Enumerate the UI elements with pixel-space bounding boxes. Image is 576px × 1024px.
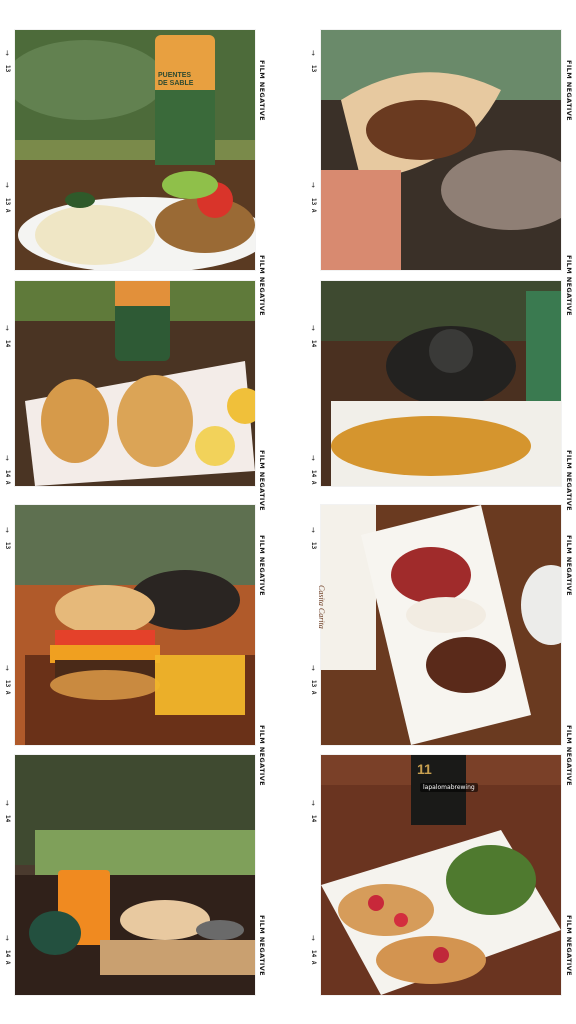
frame-number: 14 xyxy=(4,815,11,823)
photo-burger-fries xyxy=(15,505,255,745)
arrow-icon: → xyxy=(309,935,317,941)
frame-number: 13 A xyxy=(4,198,11,213)
photo-hand-empanada xyxy=(321,30,561,270)
film-negative-label: FILM NEGATIVE xyxy=(565,255,573,316)
beer-can-text: PUENTES DE SABLE xyxy=(158,72,194,87)
photo-mashed-potatoes-cutlet xyxy=(15,30,255,270)
arrow-icon: → xyxy=(309,665,317,671)
frame-number: 13 A xyxy=(310,198,317,213)
arrow-icon: → xyxy=(309,325,317,331)
menu-text: Casita Carita xyxy=(317,585,326,629)
photo-potato-wedges-phone xyxy=(321,281,561,486)
arrow-icon: → xyxy=(3,182,11,188)
arrow-icon: → xyxy=(3,935,11,941)
film-negative-label: FILM NEGATIVE xyxy=(565,725,573,786)
arrow-icon: → xyxy=(309,50,317,56)
film-negative-label: FILM NEGATIVE xyxy=(565,450,573,511)
frame-number: 14 xyxy=(310,815,317,823)
frame-number: 13 xyxy=(310,65,317,73)
arrow-icon: → xyxy=(3,455,11,461)
beer-bottle-label: 11 xyxy=(417,761,432,777)
frame-number: 14 A xyxy=(310,950,317,965)
watermark-lapalomabrewing: lapalomabrewing xyxy=(420,783,478,792)
frame-number: 13 xyxy=(4,65,11,73)
frame-number: 13 A xyxy=(4,680,11,695)
film-negative-label: FILM NEGATIVE xyxy=(258,450,266,511)
arrow-icon: → xyxy=(309,455,317,461)
film-negative-label: FILM NEGATIVE xyxy=(565,915,573,976)
photo-dessert-strawberries xyxy=(321,505,561,745)
photo-empanadas-lemon xyxy=(15,281,255,486)
frame-number: 14 xyxy=(4,340,11,348)
arrow-icon: → xyxy=(309,182,317,188)
frame-number: 13 xyxy=(310,542,317,550)
arrow-icon: → xyxy=(309,800,317,806)
frame-number: 13 A xyxy=(310,680,317,695)
film-negative-label: FILM NEGATIVE xyxy=(258,725,266,786)
arrow-icon: → xyxy=(3,527,11,533)
arrow-icon: → xyxy=(3,665,11,671)
film-negative-label: FILM NEGATIVE xyxy=(258,255,266,316)
frame-number: 13 xyxy=(4,542,11,550)
film-negative-label: FILM NEGATIVE xyxy=(258,915,266,976)
arrow-icon: → xyxy=(3,50,11,56)
frame-number: 14 A xyxy=(4,950,11,965)
film-negative-label: FILM NEGATIVE xyxy=(258,60,266,121)
arrow-icon: → xyxy=(3,325,11,331)
frame-number: 14 A xyxy=(310,470,317,485)
frame-number: 14 xyxy=(310,340,317,348)
film-negative-label: FILM NEGATIVE xyxy=(565,535,573,596)
arrow-icon: → xyxy=(3,800,11,806)
film-negative-label: FILM NEGATIVE xyxy=(565,60,573,121)
frame-number: 14 A xyxy=(4,470,11,485)
film-negative-label: FILM NEGATIVE xyxy=(258,535,266,596)
photo-breakfast-orange-juice xyxy=(15,755,255,995)
arrow-icon: → xyxy=(309,527,317,533)
